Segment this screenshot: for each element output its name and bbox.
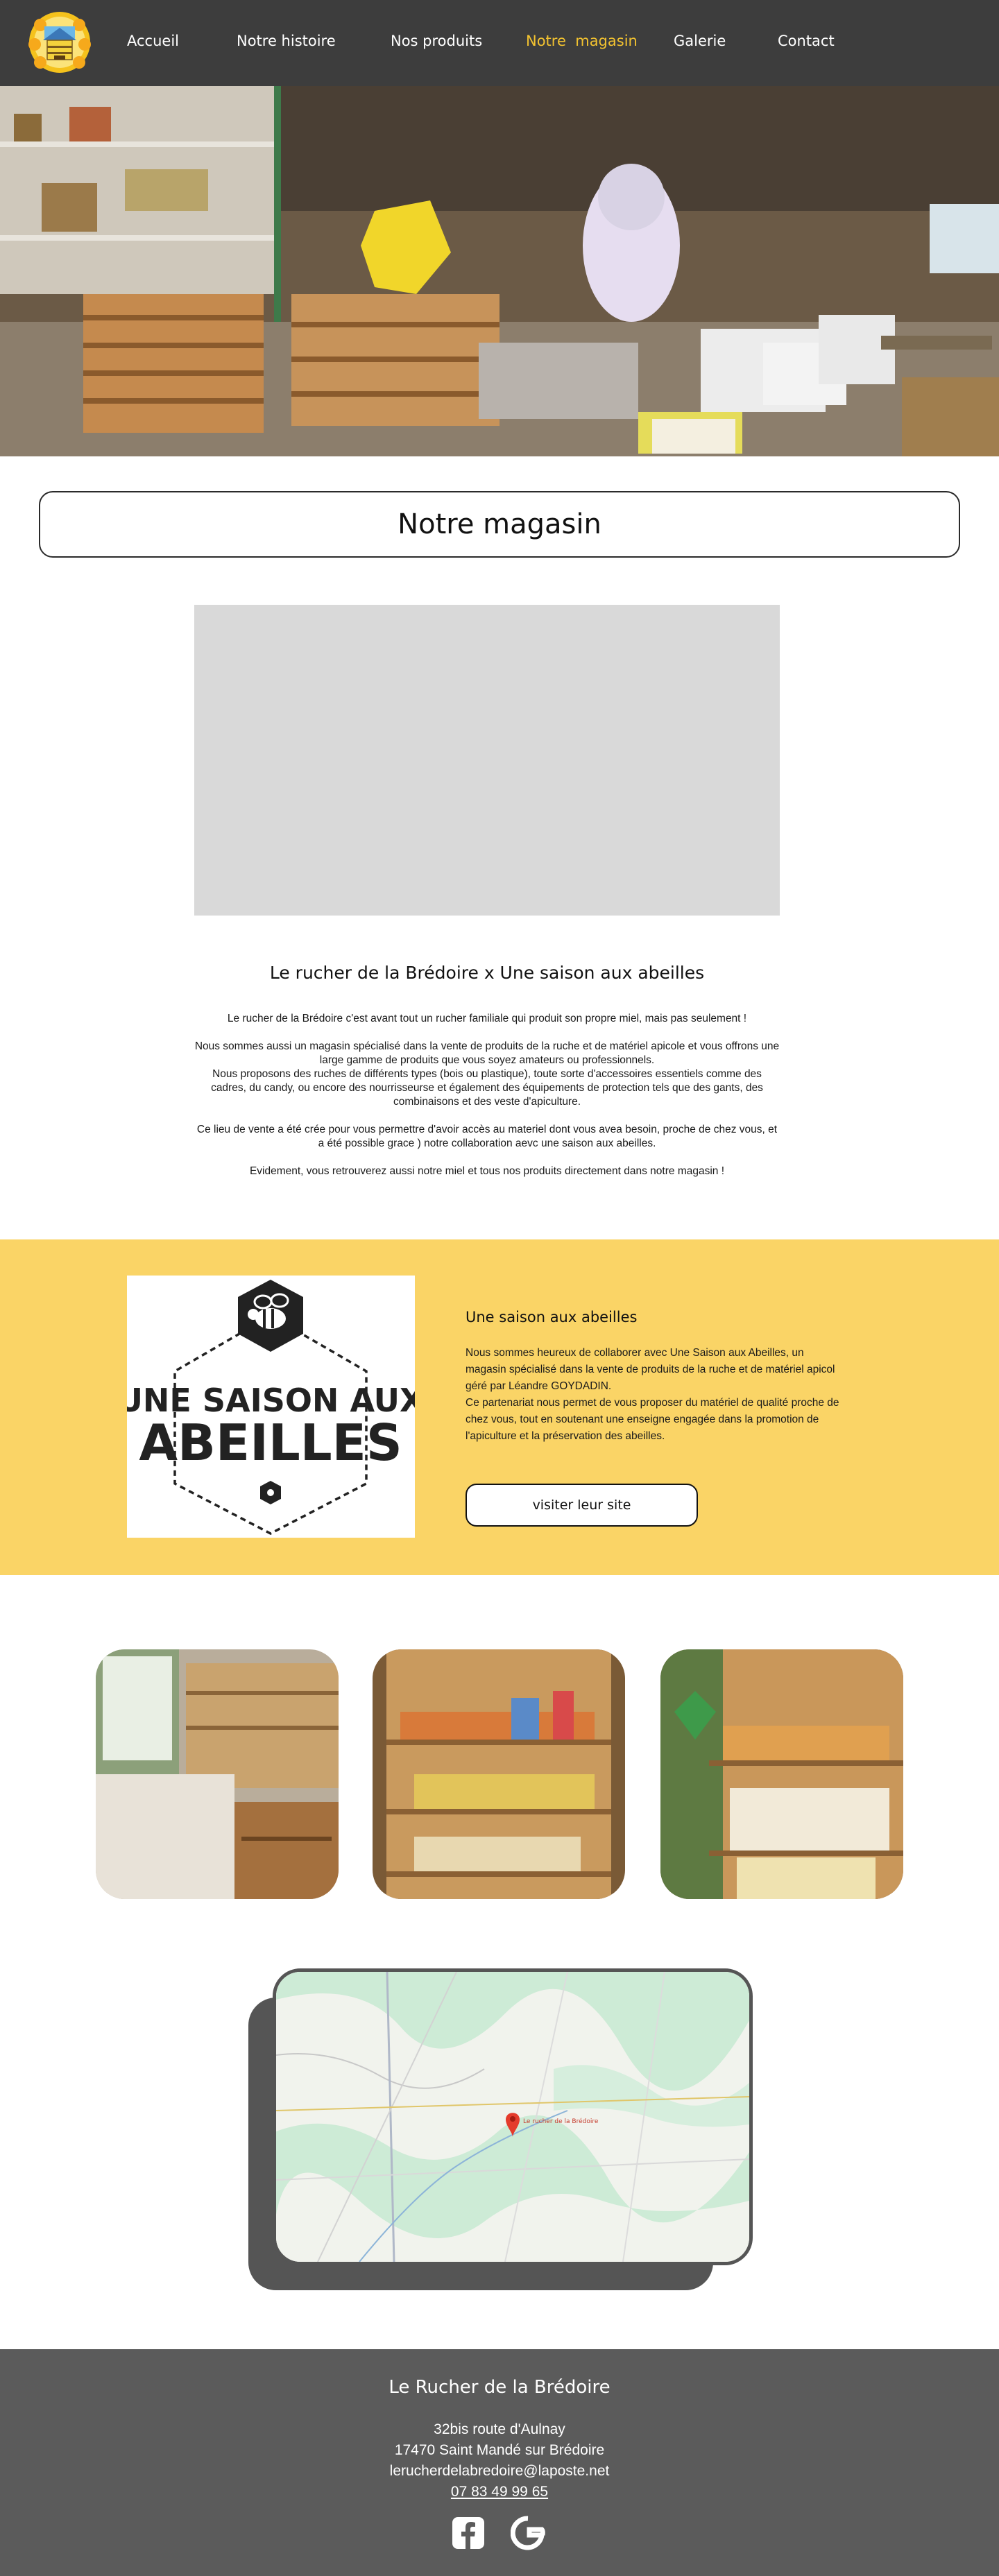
store-photo-2[interactable] [373, 1649, 625, 1899]
footer-title: Le Rucher de la Brédoire [388, 2377, 610, 2398]
hero-store-photo [0, 86, 999, 456]
map-marker-label: Le rucher de la Brédoire [523, 2118, 599, 2125]
visit-partner-site-button[interactable]: visiter leur site [466, 1484, 698, 1527]
footer-email[interactable]: lerucherdelabredoire@laposte.net [0, 2463, 999, 2480]
store-photo-1[interactable] [96, 1649, 339, 1899]
store-photo-1-image [96, 1649, 339, 1899]
facebook-icon[interactable] [451, 2514, 486, 2552]
partner-logo-text-bottom: ABEILLES [139, 1414, 402, 1472]
main-nav: Accueil Notre histoire Nos produits Notr… [0, 0, 999, 86]
footer-social [0, 2513, 999, 2554]
footer-address-line2: 17470 Saint Mandé sur Brédoire [394, 2442, 605, 2458]
google-icon[interactable] [511, 2514, 545, 2552]
page-title: Notre magasin [398, 508, 601, 540]
site-header: Accueil Notre histoire Nos produits Notr… [0, 0, 999, 86]
nav-item-accueil[interactable]: Accueil [127, 33, 179, 49]
partner-band: UNE SAISON AUX ABEILLES Une saison aux a… [0, 1239, 999, 1575]
nav-item-nos-produits[interactable]: Nos produits [391, 33, 482, 49]
partner-description: Nous sommes heureux de collaborer avec U… [466, 1347, 839, 1442]
partner-logo[interactable]: UNE SAISON AUX ABEILLES [117, 1276, 424, 1538]
nav-item-notre-histoire[interactable]: Notre histoire [237, 33, 336, 49]
intro-heading: Le rucher de la Brédoire x Une saison au… [269, 963, 705, 983]
intro-paragraph: Ce lieu de vente a été crée pour vous pe… [196, 1124, 778, 1149]
site-footer: Le Rucher de la Brédoire 32bis route d'A… [0, 2349, 999, 2576]
footer-phone[interactable]: 07 83 49 99 65 [0, 2484, 999, 2500]
page-title-box: Notre magasin [39, 491, 960, 558]
store-photo-2-image [373, 1649, 625, 1899]
store-interior-image [0, 86, 999, 456]
nav-item-galerie[interactable]: Galerie [674, 33, 726, 49]
store-photo-3[interactable] [660, 1649, 903, 1899]
map-graphic: Le rucher de la Brédoire [276, 1972, 749, 2262]
intro-section: Le rucher de la Brédoire x Une saison au… [194, 963, 780, 1192]
store-photo-3-image [660, 1649, 903, 1899]
nav-item-notre-magasin[interactable]: Notre magasin [526, 33, 638, 49]
partner-logo-graphic: UNE SAISON AUX ABEILLES [117, 1280, 424, 1535]
intro-paragraph: Nous sommes aussi un magasin spécialisé … [194, 1040, 780, 1108]
intro-paragraph: Le rucher de la Brédoire c'est avant tou… [227, 1013, 747, 1024]
page-title-section: Notre magasin [0, 456, 999, 595]
location-map[interactable]: Le rucher de la Brédoire [273, 1968, 753, 2265]
footer-address-line1: 32bis route d'Aulnay [434, 2421, 565, 2437]
partner-text-block: Une saison aux abeilles Nous sommes heur… [466, 1309, 840, 1445]
partner-heading: Une saison aux abeilles [466, 1309, 638, 1325]
video-placeholder[interactable] [194, 605, 780, 916]
intro-paragraph: Evidement, vous retrouverez aussi notre … [249, 1165, 725, 1177]
nav-item-contact[interactable]: Contact [778, 33, 835, 49]
